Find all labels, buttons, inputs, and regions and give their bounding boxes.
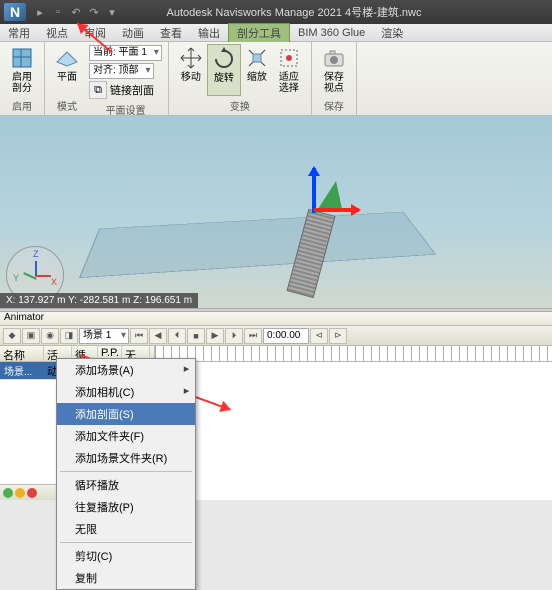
tab-animation[interactable]: 动画	[114, 24, 152, 42]
qat-more-icon[interactable]: ▾	[104, 4, 120, 20]
prev-key-icon[interactable]: ⊲	[310, 328, 328, 344]
menu-loop[interactable]: 循环播放	[57, 474, 195, 496]
panel-transform: 移动 旋转 缩放 适应 选择 变换	[169, 42, 312, 115]
scene-selector[interactable]: 场景 1	[79, 328, 129, 344]
menu-add-section[interactable]: 添加剖面(S)	[57, 403, 195, 425]
plane-mode-button[interactable]: 平面	[51, 44, 83, 85]
rotate-button[interactable]: 旋转	[207, 44, 241, 96]
section-plane[interactable]	[79, 212, 436, 278]
play-icon[interactable]: ▶	[206, 328, 224, 344]
time-input[interactable]	[263, 328, 309, 344]
plane-icon	[55, 46, 79, 70]
gizmo-y-cone[interactable]	[318, 181, 342, 209]
gizmo-x-axis[interactable]	[314, 208, 359, 212]
qat-redo-icon[interactable]: ↷	[86, 4, 102, 20]
app-logo[interactable]: N	[4, 3, 26, 21]
panel-enable: 启用 剖分 启用	[0, 42, 45, 115]
stop-icon[interactable]: ■	[187, 328, 205, 344]
coordinates-readout: X: 137.927 m Y: -282.581 m Z: 196.651 m	[0, 293, 198, 308]
current-plane-dropdown[interactable]: 当前: 平面 1	[89, 45, 162, 61]
scale-icon	[245, 46, 269, 70]
enable-section-button[interactable]: 启用 剖分	[6, 44, 38, 96]
menu-cut[interactable]: 剪切(C)	[57, 545, 195, 567]
window-title: Autodesk Navisworks Manage 2021 4号楼-建筑.n…	[120, 4, 468, 20]
tab-view[interactable]: 查看	[152, 24, 190, 42]
tab-viewpoint[interactable]: 视点	[38, 24, 76, 42]
context-menu: 添加场景(A) 添加相机(C) 添加剖面(S) 添加文件夹(F) 添加场景文件夹…	[56, 358, 196, 590]
tab-home[interactable]: 常用	[0, 24, 38, 42]
vc-x: X	[51, 277, 57, 287]
camera-key-icon[interactable]: ▣	[22, 328, 40, 344]
timeline[interactable]	[155, 346, 552, 500]
menu-add-folder[interactable]: 添加文件夹(F)	[57, 425, 195, 447]
status-red-icon[interactable]	[27, 488, 37, 498]
snapshot-icon[interactable]: ◉	[41, 328, 59, 344]
vc-z: Z	[33, 249, 39, 259]
scale-button[interactable]: 缩放	[241, 44, 273, 96]
qat-open-icon[interactable]: ▸	[32, 4, 48, 20]
rotate-icon	[212, 47, 236, 71]
3d-viewport[interactable]: Z X Y X: 137.927 m Y: -282.581 m Z: 196.…	[0, 116, 552, 308]
status-amber-icon[interactable]	[15, 488, 25, 498]
play-back-icon[interactable]: ⏴	[168, 328, 186, 344]
step-back-icon[interactable]: ◀	[149, 328, 167, 344]
menu-pingpong[interactable]: 往复播放(P)	[57, 496, 195, 518]
align-dropdown[interactable]: 对齐: 顶部	[89, 63, 154, 79]
menu-infinite[interactable]: 无限	[57, 518, 195, 540]
menu-add-camera[interactable]: 添加相机(C)	[57, 381, 195, 403]
animator-panel-title: Animator	[0, 312, 552, 326]
col-name[interactable]: 名称	[0, 346, 44, 361]
panel-save: 保存 视点 保存	[312, 42, 357, 115]
panel-mode: 平面 模式 当前: 平面 1 对齐: 顶部 ⧉ 链接剖面 平面设置	[45, 42, 169, 115]
panel-title-save: 保存	[318, 96, 350, 113]
rewind-icon[interactable]: ⏮	[130, 328, 148, 344]
menu-separator	[60, 471, 192, 472]
camera-icon	[322, 46, 346, 70]
save-viewpoint-button[interactable]: 保存 视点	[318, 44, 350, 96]
animator-toolbar: ◆ ▣ ◉ ◨ 场景 1 ⏮ ◀ ⏴ ■ ▶ ⏵ ⏭ ⊲ ⊳	[0, 326, 552, 346]
panel-title-plane-settings: 平面设置	[89, 100, 162, 117]
end-icon[interactable]: ⏭	[244, 328, 262, 344]
link-section-label[interactable]: 链接剖面	[110, 82, 154, 98]
panel-title-mode: 模式	[51, 96, 83, 113]
gizmo-z-axis[interactable]	[312, 168, 316, 213]
panel-title-transform: 变换	[175, 96, 305, 113]
move-button[interactable]: 移动	[175, 44, 207, 96]
next-key-icon[interactable]: ⊳	[329, 328, 347, 344]
tab-render[interactable]: 渲染	[373, 24, 411, 42]
tab-output[interactable]: 输出	[190, 24, 228, 42]
status-green-icon[interactable]	[3, 488, 13, 498]
ribbon: 启用 剖分 启用 平面 模式 当前: 平面 1 对齐: 顶部 ⧉ 链接剖面 平面…	[0, 42, 552, 116]
step-fwd-icon[interactable]: ⏵	[225, 328, 243, 344]
menu-separator-2	[60, 542, 192, 543]
menu-copy[interactable]: 复制	[57, 567, 195, 589]
menu-add-scene-folder[interactable]: 添加场景文件夹(R)	[57, 447, 195, 469]
fit-selection-button[interactable]: 适应 选择	[273, 44, 305, 96]
target-icon	[277, 46, 301, 70]
keyframe-icon[interactable]: ◆	[3, 328, 21, 344]
menu-add-scene[interactable]: 添加场景(A)	[57, 359, 195, 381]
section-key-icon[interactable]: ◨	[60, 328, 78, 344]
tab-section-tools[interactable]: 剖分工具	[228, 23, 290, 42]
panel-title-enable: 启用	[6, 96, 38, 113]
move-icon	[179, 46, 203, 70]
timeline-ruler[interactable]	[155, 346, 552, 362]
vc-y: Y	[13, 273, 19, 283]
section-box-icon	[10, 46, 34, 70]
tab-bim360[interactable]: BIM 360 Glue	[290, 26, 373, 40]
link-icon[interactable]: ⧉	[89, 81, 107, 99]
qat-save-icon[interactable]: ▫	[50, 4, 66, 20]
